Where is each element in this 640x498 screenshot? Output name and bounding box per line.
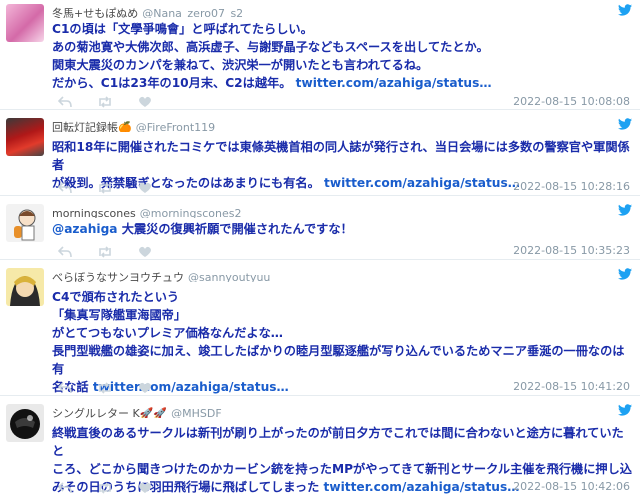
like-icon[interactable] — [138, 179, 152, 198]
tweet-item: シングルレター K🚀🚀 @MHSDF 終戦直後のあるサークルは新刊が刷り上がったの… — [0, 400, 640, 494]
avatar-illustration — [10, 409, 40, 439]
avatar[interactable] — [6, 204, 44, 242]
tweet-link[interactable]: twitter.com/azahiga/status… — [324, 480, 520, 494]
user-handle[interactable]: @MHSDF — [171, 407, 222, 418]
tweet-item: 冬馬+せもぽぬめ @Nana_zero07_s2 C1の頃は「文學爭鳴會」と呼ばれ… — [0, 0, 640, 110]
tweet-actions — [57, 92, 172, 108]
tweet-header: 冬馬+せもぽぬめ @Nana_zero07_s2 — [52, 2, 616, 18]
tweet-line: C1の頃は「文學爭鳴會」と呼ばれてたらしい。 — [52, 22, 313, 36]
twitter-bird-icon — [618, 204, 632, 216]
avatar[interactable] — [6, 404, 44, 442]
tweet-actions — [57, 178, 172, 194]
user-handle[interactable]: @FireFront119 — [136, 121, 215, 132]
avatar[interactable] — [6, 4, 44, 42]
tweet-line: 大震災の復興祈願で開催されたんですな！ — [117, 222, 353, 236]
tweet-link[interactable]: twitter.com/azahiga/status… — [296, 76, 492, 90]
tweet-actions — [57, 478, 172, 494]
tweet-header: べらぼうなサンヨウチュウ @sannyoutyuu — [52, 266, 616, 282]
tweet-line: 長門型戦艦の雄姿に加え、竣工したばかりの睦月型駆逐艦が写り込んでいるためマニア垂… — [52, 344, 625, 376]
user-handle[interactable]: @sannyoutyuu — [188, 271, 270, 282]
tweet-header: morningscones @morningscones2 — [52, 202, 616, 218]
mention-link[interactable]: @azahiga — [52, 222, 118, 236]
tweet-item: morningscones @morningscones2 @azahiga 大震… — [0, 200, 640, 260]
reply-icon[interactable] — [57, 243, 72, 262]
tweet-actions — [57, 242, 172, 258]
twitter-bird-icon — [618, 268, 632, 280]
user-handle[interactable]: @Nana_zero07_s2 — [142, 7, 243, 18]
like-icon[interactable] — [138, 93, 152, 112]
tweet-line: 終戦直後のあるサークルは新刊が刷り上がったのが前日夕方でこれでは間に合わないと途… — [52, 426, 624, 458]
tweet-timestamp[interactable]: 2022-08-15 10:28:16 — [513, 180, 630, 193]
tweet-line: がとてつもないプレミア価格なんだよな… — [52, 326, 283, 340]
tweet-header: シングルレター K🚀🚀 @MHSDF — [52, 402, 616, 418]
tweet-timestamp[interactable]: 2022-08-15 10:35:23 — [513, 244, 630, 257]
tweet-item: べらぼうなサンヨウチュウ @sannyoutyuu C4で頒布されたという 「集真… — [0, 264, 640, 396]
reply-icon[interactable] — [57, 179, 72, 198]
tweet-timestamp[interactable]: 2022-08-15 10:42:06 — [513, 480, 630, 493]
tweet-feed: 冬馬+せもぽぬめ @Nana_zero07_s2 C1の頃は「文學爭鳴會」と呼ばれ… — [0, 0, 640, 494]
tweet-item: 回転灯記録帳🍊 @FireFront119 昭和18年に開催されたコミケでは東條英… — [0, 114, 640, 196]
like-icon[interactable] — [138, 379, 152, 398]
avatar-illustration — [10, 276, 40, 306]
retweet-icon[interactable] — [97, 93, 113, 112]
user-name[interactable]: morningscones — [52, 207, 136, 218]
tweet-line: 「集真写隊艦軍海國帝」 — [52, 308, 187, 322]
tweet-line: あの菊池寛や大佛次郎、高浜虚子、与謝野晶子などもスペースを出してたとか。 — [52, 40, 489, 54]
tweet-line: 昭和18年に開催されたコミケでは東條英機首相の同人誌が発行され、当日会場には多数… — [52, 140, 630, 172]
tweet-line: 関東大震災のカンパを兼ねて、渋沢栄一が開いたとも言われてるね。 — [52, 58, 429, 72]
retweet-icon[interactable] — [97, 243, 113, 262]
tweet-text: @azahiga 大震災の復興祈願で開催されたんですな！ — [52, 220, 632, 238]
user-name[interactable]: 回転灯記録帳🍊 — [52, 121, 132, 132]
avatar-illustration — [14, 209, 36, 241]
tweet-text: C1の頃は「文學爭鳴會」と呼ばれてたらしい。 あの菊池寛や大佛次郎、高浜虚子、与… — [52, 20, 632, 92]
twitter-bird-icon — [618, 4, 632, 16]
reply-icon[interactable] — [57, 379, 72, 398]
user-handle[interactable]: @morningscones2 — [140, 207, 242, 218]
like-icon[interactable] — [138, 243, 152, 262]
twitter-bird-icon — [618, 118, 632, 130]
avatar[interactable] — [6, 268, 44, 306]
tweet-link[interactable]: twitter.com/azahiga/status… — [324, 176, 520, 190]
tweet-timestamp[interactable]: 2022-08-15 10:08:08 — [513, 95, 630, 108]
tweet-actions — [57, 378, 172, 394]
like-icon[interactable] — [138, 479, 152, 498]
retweet-icon[interactable] — [97, 479, 113, 498]
user-name[interactable]: 冬馬+せもぽぬめ — [52, 7, 138, 18]
tweet-header: 回転灯記録帳🍊 @FireFront119 — [52, 116, 616, 132]
tweet-line: C4で頒布されたという — [52, 290, 180, 304]
tweet-line: だから、C1は23年の10月末、C2は越年。 — [52, 76, 296, 90]
twitter-bird-icon — [618, 404, 632, 416]
tweet-line: ころ、どこから聞きつけたのかカービン銃を持ったMPがやってきて新刊とサークル主催… — [52, 462, 632, 476]
tweet-timestamp[interactable]: 2022-08-15 10:41:20 — [513, 380, 630, 393]
reply-icon[interactable] — [57, 93, 72, 112]
retweet-icon[interactable] — [97, 179, 113, 198]
avatar[interactable] — [6, 118, 44, 156]
retweet-icon[interactable] — [97, 379, 113, 398]
user-name[interactable]: べらぼうなサンヨウチュウ — [52, 271, 184, 282]
user-name[interactable]: シングルレター K🚀🚀 — [52, 407, 167, 418]
reply-icon[interactable] — [57, 479, 72, 498]
